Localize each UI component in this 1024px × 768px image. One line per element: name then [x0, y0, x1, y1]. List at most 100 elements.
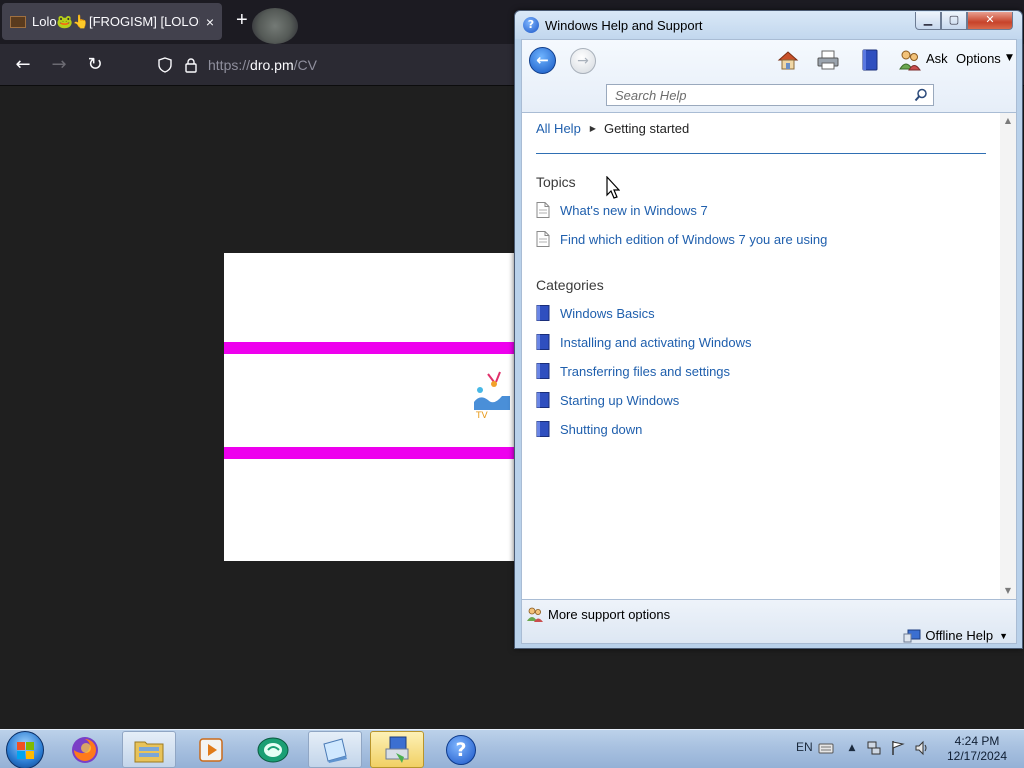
url-prefix: https:// — [208, 57, 251, 73]
scroll-down-arrow-icon[interactable]: ▼ — [1000, 583, 1016, 599]
help-home-icon[interactable] — [776, 48, 800, 72]
volume-icon[interactable] — [914, 740, 930, 756]
offline-help-label: Offline Help — [925, 628, 994, 643]
minimize-button[interactable]: ▁ — [915, 12, 941, 30]
support-people-icon — [527, 607, 543, 622]
topics-heading: Topics — [536, 174, 576, 190]
tab-close-icon[interactable]: × — [206, 14, 214, 30]
tracking-shield-icon[interactable] — [156, 57, 174, 73]
media-player-icon — [199, 737, 223, 762]
offline-help-dropdown-icon[interactable]: ▼ — [999, 631, 1008, 641]
magenta-stripe-bottom — [224, 447, 524, 459]
category-link[interactable]: Starting up Windows — [560, 393, 679, 408]
category-link[interactable]: Shutting down — [560, 422, 642, 437]
category-item[interactable]: Starting up Windows — [536, 390, 679, 410]
help-titlebar[interactable]: ? Windows Help and Support ▁ ▢ ✕ — [515, 11, 1022, 39]
help-book-icon — [536, 305, 550, 321]
url-domain: dro.pm — [250, 57, 294, 73]
close-button[interactable]: ✕ — [967, 12, 1013, 30]
help-book-icon — [536, 421, 550, 437]
content-scrollbar[interactable]: ▲ ▼ — [1000, 113, 1016, 599]
taskbar-media-player[interactable] — [184, 731, 238, 768]
mouse-cursor-icon — [606, 176, 620, 199]
window-title: Windows Help and Support — [545, 18, 703, 33]
search-box[interactable] — [606, 84, 934, 106]
maximize-button[interactable]: ▢ — [941, 12, 967, 30]
topic-item[interactable]: Find which edition of Windows 7 you are … — [536, 229, 827, 249]
scroll-up-arrow-icon[interactable]: ▲ — [1000, 113, 1016, 129]
category-link[interactable]: Windows Basics — [560, 306, 655, 321]
help-window: ? Windows Help and Support ▁ ▢ ✕ ← → Ask — [514, 10, 1023, 649]
category-item[interactable]: Transferring files and settings — [536, 361, 730, 381]
url-bar[interactable]: https://dro.pm/CV — [146, 50, 526, 80]
show-hidden-icons-arrow-icon[interactable]: ▲ — [844, 740, 860, 756]
url-path: /CV — [293, 57, 317, 73]
folder-icon — [134, 741, 164, 762]
back-arrow-icon[interactable]: ← — [12, 54, 34, 76]
breadcrumb: All Help ▶ Getting started — [536, 121, 689, 136]
taskbar-notes[interactable] — [308, 731, 362, 768]
taskbar: ? EN ▲ 4:24 PM 12/17/2024 — [0, 729, 1024, 768]
start-button[interactable] — [6, 731, 44, 768]
options-dropdown-icon[interactable]: ▼ — [1006, 53, 1013, 63]
help-book-icon — [536, 363, 550, 379]
clock-date: 12/17/2024 — [946, 749, 1008, 763]
tab-bar-decoration — [252, 8, 298, 44]
browser-tab-active[interactable]: Lolo🐸👆[FROGISM] [LOLOISM] × — [2, 3, 222, 40]
video-frame[interactable]: TV — [224, 253, 524, 561]
breadcrumb-all-help[interactable]: All Help — [536, 121, 581, 136]
ask-button[interactable]: Ask — [926, 51, 948, 66]
search-help-input[interactable] — [607, 85, 907, 105]
content-divider — [536, 153, 986, 154]
taskbar-firefox[interactable] — [58, 731, 112, 768]
help-topic-page-icon — [536, 202, 550, 218]
category-item[interactable]: Windows Basics — [536, 303, 655, 323]
padlock-icon[interactable] — [182, 57, 200, 73]
svg-text:TV: TV — [475, 411, 488, 421]
breadcrumb-separator-icon: ▶ — [589, 124, 596, 133]
help-content-pane: All Help ▶ Getting started Topics What's… — [521, 112, 1017, 600]
language-indicator[interactable]: EN — [796, 740, 813, 754]
taskbar-help[interactable]: ? — [434, 731, 488, 768]
category-item[interactable]: Installing and activating Windows — [536, 332, 752, 352]
url-text[interactable]: https://dro.pm/CV — [208, 57, 317, 73]
browse-help-book-icon[interactable] — [858, 48, 882, 72]
tab-title: Lolo🐸👆[FROGISM] [LOLOISM] — [32, 13, 200, 29]
more-support-options-button[interactable]: More support options — [526, 606, 670, 622]
ask-people-icon[interactable] — [898, 48, 922, 72]
magenta-stripe-top — [224, 342, 524, 354]
notes-icon — [323, 737, 347, 763]
topic-link[interactable]: Find which edition of Windows 7 you are … — [560, 232, 827, 247]
network-icon[interactable] — [866, 740, 882, 756]
action-center-flag-icon[interactable] — [890, 740, 906, 756]
category-item[interactable]: Shutting down — [536, 419, 642, 439]
topic-item[interactable]: What's new in Windows 7 — [536, 200, 708, 220]
more-support-label: More support options — [548, 606, 671, 622]
taskbar-app-green[interactable] — [246, 731, 300, 768]
search-icon[interactable] — [914, 88, 928, 102]
category-link[interactable]: Installing and activating Windows — [560, 335, 752, 350]
print-icon[interactable] — [816, 48, 840, 72]
help-footer: More support options Offline Help ▼ — [521, 600, 1017, 644]
new-tab-button[interactable]: + — [236, 10, 248, 30]
reload-icon[interactable]: ↻ — [84, 54, 106, 76]
help-book-icon — [536, 334, 550, 350]
forward-button[interactable]: → — [570, 48, 596, 74]
channel-logo-icon: TV — [474, 371, 510, 421]
help-topic-page-icon — [536, 231, 550, 247]
offline-computer-icon — [903, 629, 921, 642]
taskbar-installer[interactable] — [370, 731, 424, 768]
topic-link[interactable]: What's new in Windows 7 — [560, 203, 708, 218]
help-question-icon: ? — [523, 17, 539, 33]
forward-arrow-icon[interactable]: → — [48, 54, 70, 76]
help-toolbar: ← → Ask Options ▼ — [521, 39, 1017, 112]
taskbar-explorer[interactable] — [122, 731, 176, 768]
clock-time: 4:24 PM — [954, 734, 1000, 748]
back-button[interactable]: ← — [529, 47, 556, 74]
offline-help-button[interactable]: Offline Help ▼ — [903, 628, 1008, 643]
options-button[interactable]: Options — [956, 51, 1001, 66]
video-favicon-icon — [10, 15, 26, 28]
category-link[interactable]: Transferring files and settings — [560, 364, 730, 379]
system-clock[interactable]: 4:24 PM 12/17/2024 — [936, 734, 1018, 764]
keyboard-icon[interactable] — [818, 740, 834, 756]
